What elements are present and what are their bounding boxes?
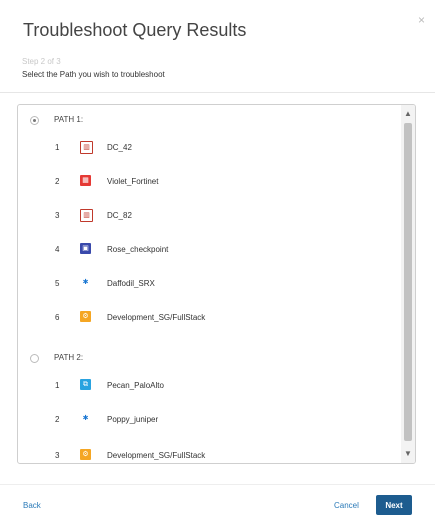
path-radio-1[interactable] bbox=[30, 116, 39, 125]
hop-device-name: Pecan_PaloAlto bbox=[107, 381, 164, 390]
path-hop-row: 5 ✱ Daffodil_SRX bbox=[18, 277, 398, 291]
scroll-up-icon[interactable]: ▲ bbox=[401, 108, 415, 120]
path-hop-row: 2 ▦ Violet_Fortinet bbox=[18, 175, 398, 189]
scrollbar[interactable]: ▲ ▼ bbox=[401, 105, 415, 463]
hop-number: 6 bbox=[55, 313, 60, 322]
security-group-icon: ⚙ bbox=[80, 311, 91, 322]
step-indicator: Step 2 of 3 bbox=[22, 57, 61, 66]
path-hop-row: 6 ⚙ Development_SG/FullStack bbox=[18, 311, 398, 325]
scrollbar-thumb[interactable] bbox=[404, 123, 412, 441]
hop-number: 1 bbox=[55, 381, 60, 390]
path-hop-row: 4 ▣ Rose_checkpoint bbox=[18, 243, 398, 257]
hop-device-name: DC_42 bbox=[107, 143, 132, 152]
checkpoint-firewall-icon: ▣ bbox=[80, 243, 91, 254]
dialog-title: Troubleshoot Query Results bbox=[23, 20, 247, 40]
path-label[interactable]: PATH 2: bbox=[54, 353, 83, 362]
hop-device-name: Rose_checkpoint bbox=[107, 245, 169, 254]
path-radio-2[interactable] bbox=[30, 354, 39, 363]
back-link[interactable]: Back bbox=[23, 501, 41, 510]
hop-number: 2 bbox=[55, 177, 60, 186]
juniper-router-icon: ✱ bbox=[80, 413, 91, 424]
path-hop-row: 1 ⧉ Pecan_PaloAlto bbox=[18, 379, 398, 393]
hop-device-name: Development_SG/FullStack bbox=[107, 313, 206, 322]
hop-device-name: Poppy_juniper bbox=[107, 415, 159, 424]
scroll-down-icon[interactable]: ▼ bbox=[401, 448, 415, 460]
hop-number: 5 bbox=[55, 279, 60, 288]
path-hop-row: 1 ▥ DC_42 bbox=[18, 141, 398, 155]
hop-device-name: Development_SG/FullStack bbox=[107, 451, 206, 460]
next-button[interactable]: Next bbox=[376, 495, 412, 515]
datacenter-icon: ▥ bbox=[80, 141, 93, 154]
path-hop-row: 3 ⚙ Development_SG/FullStack bbox=[18, 449, 398, 463]
divider bbox=[0, 92, 435, 93]
juniper-srx-icon: ✱ bbox=[80, 277, 91, 288]
close-icon[interactable]: × bbox=[418, 14, 425, 26]
paloalto-firewall-icon: ⧉ bbox=[80, 379, 91, 390]
hop-device-name: DC_82 bbox=[107, 211, 132, 220]
hop-device-name: Daffodil_SRX bbox=[107, 279, 155, 288]
hop-number: 2 bbox=[55, 415, 60, 424]
datacenter-icon: ▥ bbox=[80, 209, 93, 222]
troubleshoot-dialog: Troubleshoot Query Results × Step 2 of 3… bbox=[0, 0, 435, 523]
path-label[interactable]: PATH 1: bbox=[54, 115, 83, 124]
cancel-link[interactable]: Cancel bbox=[334, 501, 359, 510]
hop-number: 3 bbox=[55, 451, 60, 460]
hop-number: 1 bbox=[55, 143, 60, 152]
fortinet-firewall-icon: ▦ bbox=[80, 175, 91, 186]
hop-number: 4 bbox=[55, 245, 60, 254]
path-list[interactable]: PATH 1: 1 ▥ DC_42 2 ▦ Violet_Fortinet 3 ▥ DC_82 4 ▣… bbox=[17, 104, 416, 464]
path-hop-row: 3 ▥ DC_82 bbox=[18, 209, 398, 223]
security-group-icon: ⚙ bbox=[80, 449, 91, 460]
path-hop-row: 2 ✱ Poppy_juniper bbox=[18, 413, 398, 427]
hop-number: 3 bbox=[55, 211, 60, 220]
instruction-text: Select the Path you wish to troubleshoot bbox=[22, 70, 165, 79]
hop-device-name: Violet_Fortinet bbox=[107, 177, 159, 186]
footer-divider bbox=[0, 484, 435, 485]
